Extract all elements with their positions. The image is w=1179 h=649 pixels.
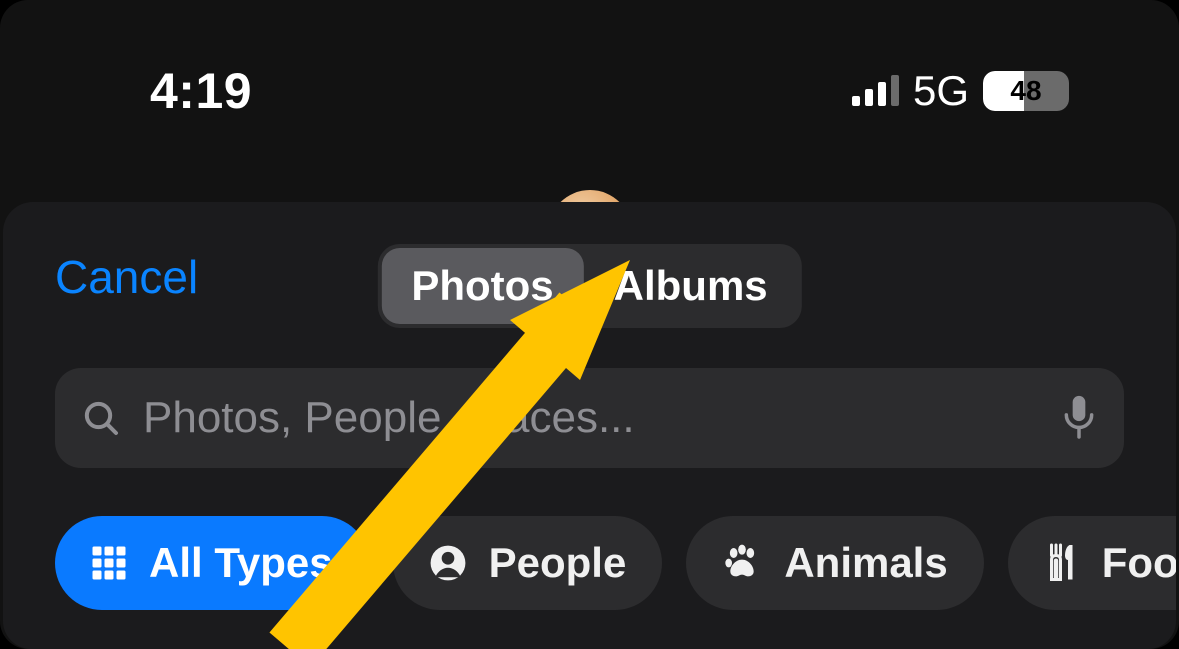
- grid-icon: [91, 545, 127, 581]
- search-field[interactable]: Photos, People, Places...: [55, 368, 1124, 468]
- battery-level: 48: [983, 71, 1069, 111]
- chip-label: People: [489, 539, 627, 587]
- segmented-control: Photos Albums: [377, 244, 801, 328]
- filter-chips-row: All Types People: [3, 468, 1176, 610]
- search-placeholder: Photos, People, Places...: [143, 393, 1038, 443]
- chip-label: Food: [1102, 539, 1176, 587]
- chip-label: Animals: [784, 539, 947, 587]
- phone-screen: 4:19 5G 48 Cancel Photos Albums: [0, 0, 1179, 649]
- chip-food[interactable]: Food: [1008, 516, 1176, 610]
- tab-albums[interactable]: Albums: [584, 248, 798, 324]
- status-bar: 4:19 5G 48: [0, 62, 1179, 120]
- sheet-header: Cancel Photos Albums: [3, 202, 1176, 332]
- utensils-icon: [1044, 543, 1080, 583]
- chip-people[interactable]: People: [393, 516, 663, 610]
- tab-photos[interactable]: Photos: [381, 248, 583, 324]
- search-icon: [81, 398, 121, 438]
- chip-label: All Types: [149, 539, 333, 587]
- cellular-signal-icon: [852, 76, 899, 106]
- cancel-button[interactable]: Cancel: [55, 250, 198, 304]
- clock-time: 4:19: [150, 62, 252, 120]
- person-icon: [429, 544, 467, 582]
- paw-icon: [722, 543, 762, 583]
- battery-icon: 48: [983, 71, 1069, 111]
- chip-animals[interactable]: Animals: [686, 516, 983, 610]
- photo-picker-sheet: Cancel Photos Albums Photos, People, Pla…: [3, 202, 1176, 649]
- network-label: 5G: [913, 67, 969, 115]
- chip-all-types[interactable]: All Types: [55, 516, 369, 610]
- microphone-icon[interactable]: [1060, 394, 1098, 442]
- status-right: 5G 48: [852, 67, 1069, 115]
